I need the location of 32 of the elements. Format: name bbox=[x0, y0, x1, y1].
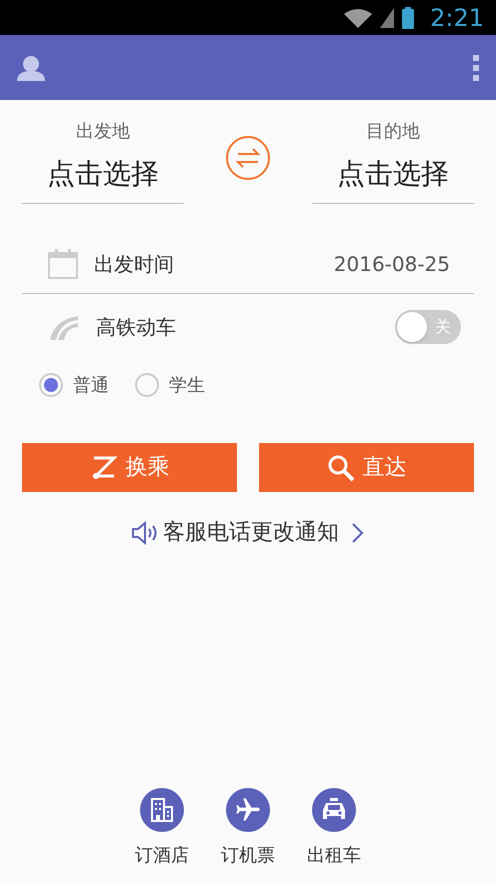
user-icon[interactable] bbox=[16, 54, 46, 80]
station-picker[interactable]: 点击选择 bbox=[47, 153, 159, 195]
station-picker[interactable]: 点击选择 bbox=[337, 153, 449, 195]
swap-icon[interactable] bbox=[225, 135, 271, 181]
battery-icon bbox=[402, 6, 414, 28]
station-label: 出发地 bbox=[76, 120, 130, 144]
calendar-icon bbox=[48, 248, 78, 278]
notice-link[interactable]: 客服电话更改通知 bbox=[163, 516, 339, 549]
station-label: 目的地 bbox=[366, 120, 420, 144]
high-speed-label: 高铁动车 bbox=[96, 314, 176, 341]
zigzag-icon bbox=[90, 454, 118, 482]
shortcut-item[interactable]: 出租车 bbox=[302, 788, 366, 869]
date-value[interactable]: 2016-08-25 bbox=[334, 248, 450, 278]
train-icon bbox=[48, 314, 80, 340]
shortcut-item[interactable]: 订机票 bbox=[216, 788, 280, 869]
shortcut-label: 订机票 bbox=[221, 844, 275, 868]
status-time: 2:21 bbox=[430, 2, 484, 34]
search-icon bbox=[326, 454, 354, 482]
chevron-right-icon bbox=[351, 522, 365, 544]
radio-button[interactable] bbox=[135, 373, 159, 397]
menu-icon[interactable] bbox=[472, 54, 480, 82]
radio-button[interactable] bbox=[39, 373, 63, 397]
shortcut-item[interactable]: 订酒店 bbox=[130, 788, 194, 869]
date-label: 出发时间 bbox=[94, 250, 174, 278]
signal-icon bbox=[380, 8, 394, 28]
wifi-icon bbox=[344, 8, 372, 28]
buildings-icon bbox=[149, 797, 175, 823]
shortcut-label: 出租车 bbox=[307, 844, 361, 868]
radio-label: 普通 bbox=[73, 374, 109, 398]
shortcut-label: 订酒店 bbox=[135, 844, 189, 868]
speaker-icon bbox=[131, 520, 159, 546]
radio-label: 学生 bbox=[169, 374, 205, 398]
